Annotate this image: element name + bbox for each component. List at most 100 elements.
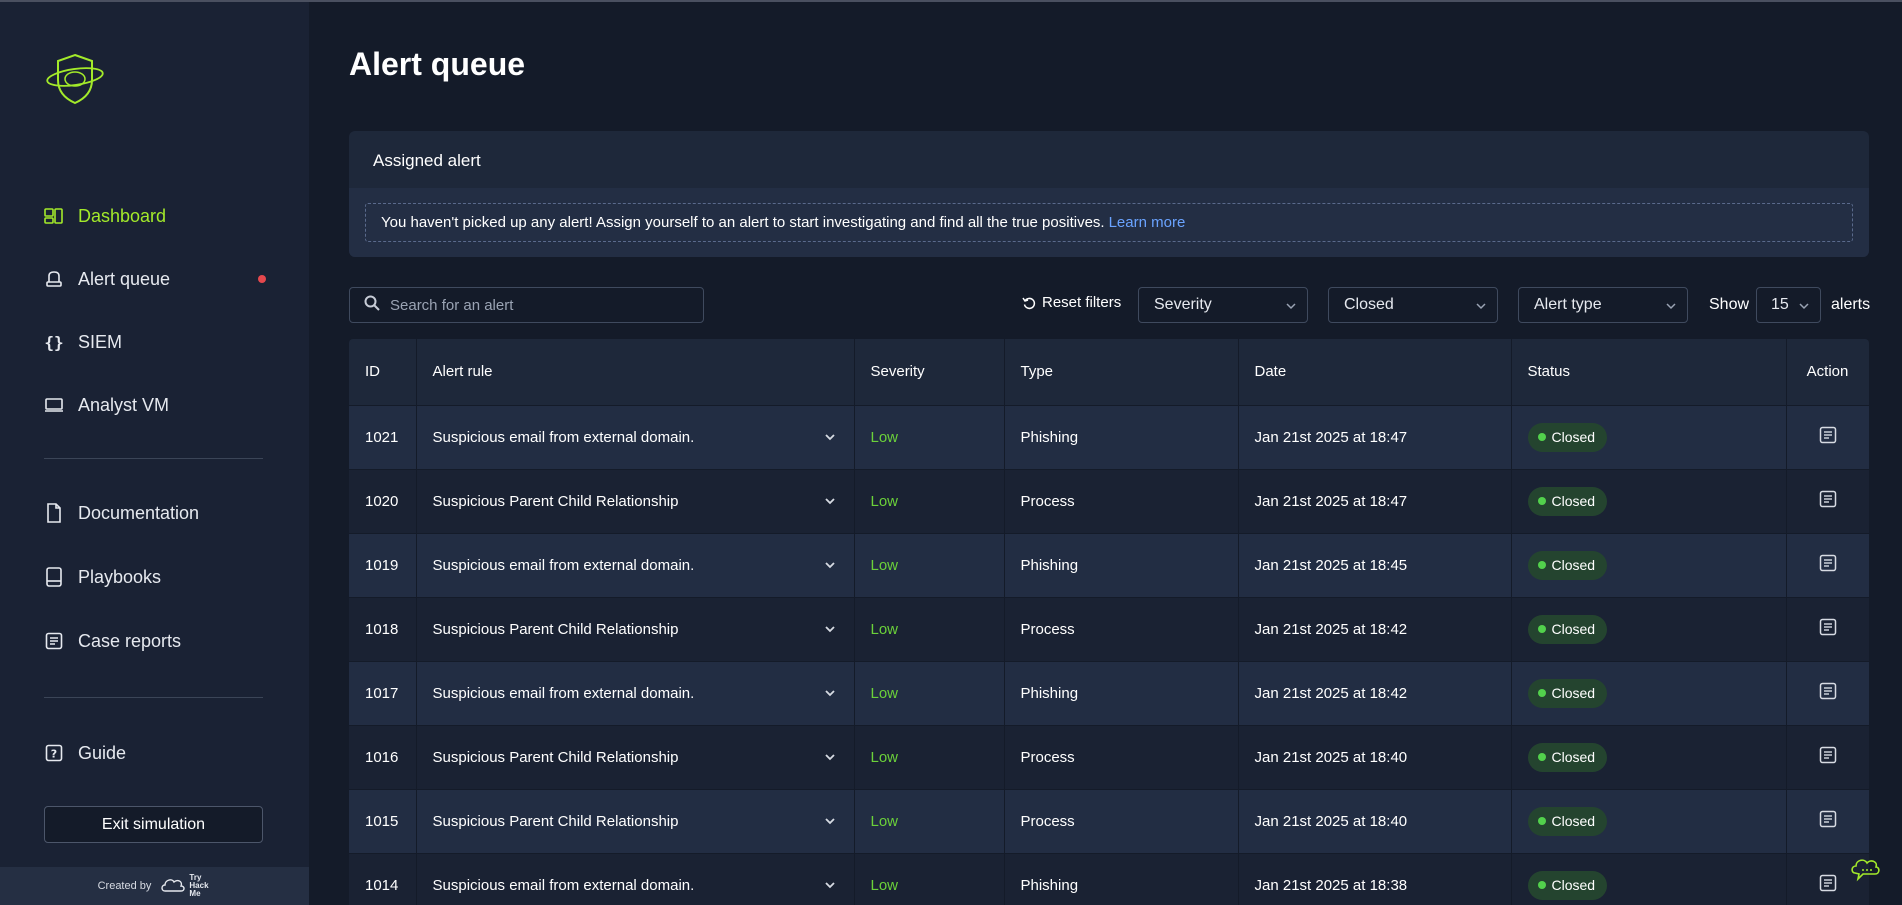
status-badge-label: Closed	[1551, 749, 1596, 765]
table-row[interactable]: 1015 Suspicious Parent Child Relationship…	[349, 788, 1869, 853]
sidebar-item-documentation[interactable]: Documentation	[44, 498, 264, 528]
type-cell: Process	[1004, 596, 1239, 661]
type-cell: Phishing	[1004, 532, 1239, 597]
alert-rule-text: Suspicious email from external domain.	[432, 684, 695, 702]
sidebar-item-siem[interactable]: {} SIEM	[44, 327, 264, 357]
column-header-status[interactable]: Status	[1511, 339, 1787, 405]
expand-chevron-icon[interactable]	[824, 495, 836, 507]
alert-rule-cell[interactable]: Suspicious Parent Child Relationship	[416, 468, 855, 533]
alert-rule-text: Suspicious Parent Child Relationship	[432, 620, 679, 638]
view-report-icon[interactable]	[1819, 810, 1837, 828]
chevron-down-icon	[1666, 303, 1676, 310]
chat-support-icon[interactable]	[1850, 855, 1882, 887]
alert-rule-cell[interactable]: Suspicious email from external domain.	[416, 660, 855, 725]
sidebar-item-analyst-vm[interactable]: Analyst VM	[44, 390, 264, 420]
column-header-date[interactable]: Date	[1238, 339, 1512, 405]
view-report-icon[interactable]	[1819, 874, 1837, 892]
column-header-severity[interactable]: Severity	[854, 339, 1005, 405]
status-badge: Closed	[1527, 422, 1608, 452]
status-dot	[1537, 625, 1546, 633]
status-cell: Closed	[1511, 532, 1787, 597]
severity-cell: Low	[854, 596, 1005, 661]
date-cell: Jan 21st 2025 at 18:40	[1238, 724, 1512, 789]
page-size-select[interactable]: 15	[1756, 287, 1821, 323]
status-cell: Closed	[1511, 852, 1787, 905]
chevron-down-icon	[1799, 303, 1809, 310]
expand-chevron-icon[interactable]	[824, 623, 836, 635]
date-cell: Jan 21st 2025 at 18:42	[1238, 660, 1512, 725]
status-badge-label: Closed	[1551, 685, 1596, 701]
sidebar-item-label: Analyst VM	[78, 394, 170, 415]
table-row[interactable]: 1016 Suspicious Parent Child Relationship…	[349, 724, 1869, 789]
table-row[interactable]: 1017 Suspicious email from external domai…	[349, 660, 1869, 725]
sidebar-item-dashboard[interactable]: Dashboard	[44, 201, 264, 231]
expand-chevron-icon[interactable]	[824, 751, 836, 763]
alert-rule-cell[interactable]: Suspicious email from external domain.	[416, 404, 855, 469]
search-box	[349, 287, 704, 323]
date-cell: Jan 21st 2025 at 18:47	[1238, 468, 1512, 533]
view-report-icon[interactable]	[1819, 746, 1837, 764]
sidebar-item-label: Dashboard	[78, 205, 167, 226]
severity-filter-value: Severity	[1154, 296, 1212, 313]
sidebar-item-guide[interactable]: ? Guide	[44, 738, 264, 768]
alert-id-cell: 1015	[349, 788, 417, 853]
status-dot	[1537, 753, 1546, 761]
expand-chevron-icon[interactable]	[824, 559, 836, 571]
action-cell	[1786, 404, 1869, 469]
notification-dot	[258, 275, 266, 283]
expand-chevron-icon[interactable]	[824, 687, 836, 699]
table-row[interactable]: 1014 Suspicious email from external domai…	[349, 852, 1869, 905]
view-report-icon[interactable]	[1819, 554, 1837, 572]
view-report-icon[interactable]	[1819, 618, 1837, 636]
reset-filters-button[interactable]: Reset filters	[1022, 294, 1121, 311]
alert-id-cell: 1016	[349, 724, 417, 789]
sidebar-item-label: Case reports	[78, 630, 182, 651]
learn-more-link[interactable]: Learn more	[1109, 214, 1186, 231]
alert-type-filter-value: Alert type	[1534, 296, 1602, 313]
sidebar-item-case-reports[interactable]: Case reports	[44, 626, 264, 656]
view-report-icon[interactable]	[1819, 682, 1837, 700]
assigned-alert-panel: Assigned alert You haven't picked up any…	[349, 131, 1869, 257]
sidebar-item-alert-queue[interactable]: Alert queue	[44, 264, 266, 294]
type-cell: Process	[1004, 724, 1239, 789]
sidebar-item-playbooks[interactable]: Playbooks	[44, 562, 264, 592]
date-cell: Jan 21st 2025 at 18:42	[1238, 596, 1512, 661]
table-row[interactable]: 1018 Suspicious Parent Child Relationship…	[349, 596, 1869, 661]
alert-rule-cell[interactable]: Suspicious Parent Child Relationship	[416, 724, 855, 789]
severity-cell: Low	[854, 532, 1005, 597]
chevron-down-icon	[1476, 303, 1486, 310]
expand-chevron-icon[interactable]	[824, 431, 836, 443]
column-header-alert-rule[interactable]: Alert rule	[416, 339, 855, 405]
alert-type-filter-select[interactable]: Alert type	[1518, 287, 1688, 323]
action-cell	[1786, 532, 1869, 597]
view-report-icon[interactable]	[1819, 490, 1837, 508]
status-filter-select[interactable]: Closed	[1328, 287, 1498, 323]
expand-chevron-icon[interactable]	[824, 879, 836, 891]
alert-rule-cell[interactable]: Suspicious Parent Child Relationship	[416, 788, 855, 853]
table-row[interactable]: 1021 Suspicious email from external domai…	[349, 404, 1869, 469]
column-header-id[interactable]: ID	[349, 339, 417, 405]
status-badge: Closed	[1527, 614, 1608, 644]
assigned-alert-message: You haven't picked up any alert! Assign …	[365, 203, 1853, 242]
alert-rule-cell[interactable]: Suspicious Parent Child Relationship	[416, 596, 855, 661]
search-input[interactable]	[390, 296, 680, 314]
logo-shield-icon[interactable]	[44, 52, 106, 106]
severity-filter-select[interactable]: Severity	[1138, 287, 1308, 323]
column-header-type[interactable]: Type	[1004, 339, 1239, 405]
table-row[interactable]: 1019 Suspicious email from external domai…	[349, 532, 1869, 597]
alert-id-cell: 1018	[349, 596, 417, 661]
severity-cell: Low	[854, 404, 1005, 469]
severity-cell: Low	[854, 724, 1005, 789]
severity-cell: Low	[854, 788, 1005, 853]
view-report-icon[interactable]	[1819, 426, 1837, 444]
alert-rule-cell[interactable]: Suspicious email from external domain.	[416, 532, 855, 597]
alert-id-cell: 1021	[349, 404, 417, 469]
alert-rule-cell[interactable]: Suspicious email from external domain.	[416, 852, 855, 905]
assigned-alert-title: Assigned alert	[373, 151, 481, 170]
status-filter-value: Closed	[1344, 296, 1394, 313]
status-badge-label: Closed	[1551, 557, 1596, 573]
expand-chevron-icon[interactable]	[824, 815, 836, 827]
table-row[interactable]: 1020 Suspicious Parent Child Relationship…	[349, 468, 1869, 533]
exit-simulation-button[interactable]: Exit simulation	[44, 806, 263, 843]
sidebar-item-label: Playbooks	[78, 566, 162, 587]
